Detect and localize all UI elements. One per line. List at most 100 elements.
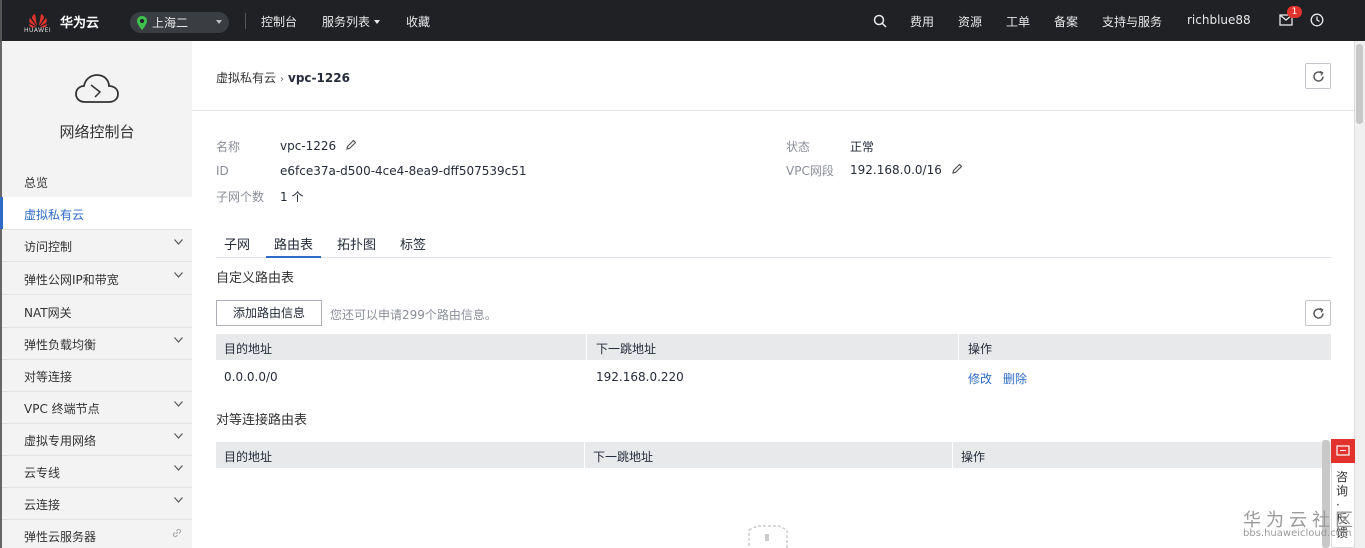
sidebar-item-nat[interactable]: NAT网关 bbox=[2, 295, 192, 327]
tab-topology[interactable]: 拓扑图 bbox=[337, 234, 376, 253]
sidebar-item-elb[interactable]: 弹性负载均衡 bbox=[2, 327, 192, 359]
sidebar-item-label: 弹性负载均衡 bbox=[24, 338, 97, 352]
custom-routes-header: 目的地址 下一跳地址 操作 bbox=[216, 334, 1331, 360]
nav-billing[interactable]: 费用 bbox=[910, 13, 934, 30]
logo-wordmark: HUAWEI bbox=[24, 27, 52, 34]
chevron-down-icon bbox=[174, 337, 183, 343]
watermark-url: bbs.huaweicloud.com bbox=[1243, 528, 1352, 539]
nav-service-list-label: 服务列表 bbox=[322, 15, 371, 29]
sidebar-item-vpn[interactable]: 虚拟专用网络 bbox=[2, 423, 192, 455]
brand-name[interactable]: 华为云 bbox=[60, 12, 99, 31]
region-label: 上海二 bbox=[152, 16, 189, 30]
sidebar-item-vpc-endpoint[interactable]: VPC 终端节点 bbox=[2, 391, 192, 423]
sidebar-item-label: 弹性云服务器 bbox=[24, 530, 97, 544]
route-quota-hint: 您还可以申请299个路由信息。 bbox=[330, 308, 497, 322]
cloud-network-icon bbox=[75, 74, 119, 103]
id-value: e6fce37a-d500-4ce4-8ea9-dff507539c51 bbox=[280, 164, 527, 178]
chevron-down-icon bbox=[174, 401, 183, 407]
sidebar-item-label: 对等连接 bbox=[24, 370, 73, 384]
page-refresh-button[interactable] bbox=[1305, 63, 1331, 89]
sidebar-item-access-control[interactable]: 访问控制 bbox=[2, 229, 192, 261]
page-scrollbar-thumb[interactable] bbox=[1356, 44, 1363, 124]
detail-tabs: 子网 路由表 拓扑图 标签 bbox=[216, 231, 1331, 258]
subnets-label: 子网个数 bbox=[216, 190, 265, 204]
column-header: 下一跳地址 bbox=[593, 450, 654, 464]
main-content: 虚拟私有云 › vpc-1226 名称 vpc-1226 ID e6fce37a-d… bbox=[192, 41, 1354, 548]
edit-icon[interactable] bbox=[345, 139, 357, 151]
column-divider bbox=[958, 334, 959, 360]
subnets-value: 1 个 bbox=[280, 190, 304, 204]
sidebar-item-label: 云专线 bbox=[24, 466, 61, 480]
sidebar-item-cloud-connect[interactable]: 云连接 bbox=[2, 487, 192, 519]
column-header: 操作 bbox=[968, 342, 993, 356]
column-header: 操作 bbox=[961, 450, 986, 464]
tab-subnets[interactable]: 子网 bbox=[224, 234, 250, 253]
chevron-down-icon bbox=[174, 239, 183, 245]
nav-resources[interactable]: 资源 bbox=[958, 13, 982, 30]
sidebar-item-peering[interactable]: 对等连接 bbox=[2, 359, 192, 391]
sidebar-item-direct-connect[interactable]: 云专线 bbox=[2, 455, 192, 487]
empty-box-icon bbox=[748, 525, 788, 548]
status-label: 状态 bbox=[786, 140, 811, 154]
chat-icon bbox=[1336, 445, 1350, 456]
chevron-down-icon bbox=[174, 433, 183, 439]
name-label: 名称 bbox=[216, 140, 241, 154]
add-route-button[interactable]: 添加路由信息 bbox=[216, 300, 322, 326]
chevron-down-icon bbox=[174, 272, 183, 278]
feedback-header bbox=[1331, 439, 1355, 463]
delete-link[interactable]: 删除 bbox=[1003, 370, 1027, 387]
cidr-value: 192.168.0.0/16 bbox=[850, 163, 963, 177]
sidebar-item-eip[interactable]: 弹性公网IP和带宽 bbox=[2, 262, 192, 294]
link-icon bbox=[172, 528, 182, 538]
tab-route-table[interactable]: 路由表 bbox=[274, 234, 313, 253]
sidebar-item-label: 弹性公网IP和带宽 bbox=[24, 273, 119, 287]
column-divider bbox=[584, 442, 585, 468]
breadcrumb: 虚拟私有云 › vpc-1226 bbox=[216, 69, 350, 86]
name-text: vpc-1226 bbox=[280, 139, 337, 153]
divider bbox=[192, 110, 1354, 111]
edit-icon[interactable] bbox=[951, 163, 963, 175]
modify-link[interactable]: 修改 bbox=[968, 370, 992, 387]
active-tab-indicator bbox=[266, 256, 321, 258]
route-destination: 0.0.0.0/0 bbox=[224, 370, 278, 384]
chevron-down-icon bbox=[174, 497, 183, 503]
nav-service-list[interactable]: 服务列表 bbox=[322, 13, 381, 30]
message-count-badge: 1 bbox=[1287, 6, 1302, 18]
user-account[interactable]: richblue88 bbox=[1187, 13, 1251, 27]
breadcrumb-parent[interactable]: 虚拟私有云 bbox=[216, 71, 276, 85]
peering-routes-title: 对等连接路由表 bbox=[216, 413, 308, 428]
sidebar-item-ecs[interactable]: 弹性云服务器 bbox=[2, 519, 192, 548]
caret-down-icon bbox=[374, 20, 381, 24]
nav-favorites[interactable]: 收藏 bbox=[406, 13, 430, 30]
sidebar: 网络控制台 总览 虚拟私有云 访问控制 弹性公网IP和带宽 NAT网关 弹性负载… bbox=[0, 41, 192, 548]
sidebar-item-overview[interactable]: 总览 bbox=[2, 165, 192, 197]
chevron-right-icon: › bbox=[280, 74, 285, 85]
nav-console[interactable]: 控制台 bbox=[261, 13, 297, 30]
search-icon[interactable] bbox=[873, 14, 887, 28]
tab-tags[interactable]: 标签 bbox=[400, 234, 426, 253]
sidebar-item-label: VPC 终端节点 bbox=[24, 402, 100, 416]
breadcrumb-current: vpc-1226 bbox=[288, 71, 350, 85]
divider bbox=[245, 13, 246, 29]
sidebar-item-label: 虚拟专用网络 bbox=[24, 434, 97, 448]
peering-routes-header: 目的地址 下一跳地址 操作 bbox=[216, 442, 1331, 468]
chevron-down-icon bbox=[174, 465, 183, 471]
routes-refresh-button[interactable] bbox=[1305, 300, 1331, 326]
route-next-hop: 192.168.0.220 bbox=[596, 370, 684, 384]
region-selector[interactable]: 上海二 bbox=[130, 12, 229, 33]
chevron-down-icon bbox=[216, 20, 222, 24]
sidebar-item-label: NAT网关 bbox=[24, 306, 72, 320]
nav-tickets[interactable]: 工单 bbox=[1006, 13, 1030, 30]
column-header: 下一跳地址 bbox=[596, 342, 657, 356]
refresh-icon bbox=[1313, 70, 1324, 82]
nav-support[interactable]: 支持与服务 bbox=[1102, 13, 1162, 30]
sidebar-item-label: 访问控制 bbox=[24, 240, 73, 254]
nav-icp[interactable]: 备案 bbox=[1054, 13, 1078, 30]
sidebar-item-vpc[interactable]: 虚拟私有云 bbox=[0, 197, 192, 229]
sidebar-item-label: 虚拟私有云 bbox=[24, 208, 85, 222]
cidr-label: VPC网段 bbox=[786, 164, 834, 178]
top-navbar: HUAWEI 华为云 上海二 控制台 服务列表 收藏 费用 资源 工单 备案 支… bbox=[0, 0, 1365, 41]
clock-icon[interactable] bbox=[1310, 13, 1324, 27]
sidebar-title: 网络控制台 bbox=[59, 123, 135, 141]
id-label: ID bbox=[216, 164, 229, 178]
